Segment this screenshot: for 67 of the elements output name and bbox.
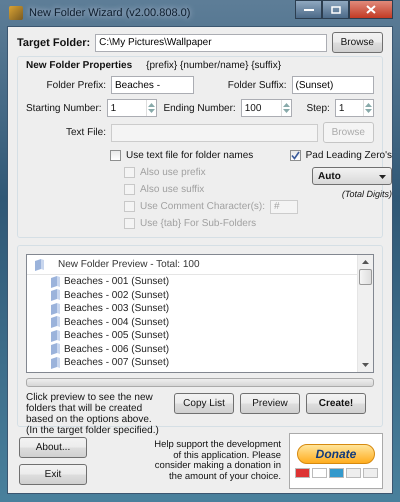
folder-icon	[51, 330, 60, 342]
close-icon	[366, 5, 376, 14]
action-button[interactable]: Create!	[306, 393, 366, 414]
credit-card-icon	[346, 468, 360, 478]
close-button[interactable]	[349, 0, 393, 19]
number-spinner[interactable]: 1	[106, 99, 158, 117]
checkbox-label: Pad Leading Zero's	[306, 150, 392, 161]
action-button[interactable]: Preview	[240, 393, 300, 414]
support-text: Help support the development of this application. Please consider making a donation in the amount of your choice.	[153, 440, 281, 482]
browse-button[interactable]: Browse	[332, 32, 383, 53]
folder-name[interactable]: Beaches - 005 (Sunset)	[64, 330, 170, 342]
field-label: Folder Suffix:	[226, 80, 286, 90]
donate-button[interactable]: Donate	[297, 444, 375, 464]
folder-name[interactable]: Beaches - 004 (Sunset)	[64, 316, 170, 328]
checkbox-label: Also use prefix	[140, 167, 206, 178]
folder-name[interactable]: Beaches - 007 (Sunset)	[64, 357, 170, 368]
scrollbar[interactable]	[357, 255, 373, 372]
credit-card-icon	[294, 468, 310, 478]
checkbox-label: Use {tab} For Sub-Folders	[140, 218, 256, 229]
folder-icon	[51, 302, 60, 315]
prefix-field[interactable]: Beaches -	[111, 76, 194, 94]
spin-arrows-icon[interactable]	[146, 100, 156, 116]
action-button[interactable]: Copy List	[174, 393, 234, 414]
spin-arrows-icon[interactable]	[362, 100, 373, 116]
checkbox-label: Also use suffix	[140, 184, 204, 195]
minimize-icon	[304, 8, 314, 12]
digits-caption: (Total Digits)	[342, 189, 392, 199]
maximize-button[interactable]	[322, 0, 349, 19]
suffix-field[interactable]: (Sunset)	[292, 76, 374, 94]
folder-icon	[51, 289, 60, 302]
folder-name[interactable]: Beaches - 001 (Sunset)	[64, 276, 170, 288]
folder-icon	[51, 343, 60, 356]
folder-icon	[51, 356, 60, 369]
field-label: Step:	[305, 102, 330, 114]
footer-button[interactable]: Exit	[19, 464, 87, 485]
pattern-text: {prefix} {number/name} {suffix}	[146, 60, 282, 71]
field-label: Target Folder:	[17, 36, 90, 48]
minimize-button[interactable]	[295, 0, 322, 19]
digits-dropdown[interactable]: Auto	[312, 167, 392, 185]
field-label: Starting Number:	[26, 102, 102, 114]
field-label: Text File:	[64, 127, 106, 138]
credit-card-icon	[362, 468, 378, 478]
field-label: Folder Prefix:	[46, 80, 106, 90]
folder-icon	[35, 258, 44, 270]
spin-arrows-icon[interactable]	[280, 100, 291, 116]
field-label: Ending Number:	[162, 102, 236, 114]
number-spinner[interactable]: 1	[334, 99, 374, 117]
scroll-thumb[interactable]	[359, 269, 372, 285]
footer-button[interactable]: About...	[19, 437, 87, 458]
window-title: New Folder Wizard (v2.00.808.0)	[29, 7, 192, 19]
folder-icon	[51, 316, 60, 328]
checkbox-label: Use text file for folder names	[126, 150, 254, 161]
number-spinner[interactable]: 100	[240, 99, 292, 117]
maximize-icon	[330, 6, 340, 14]
group-title: New Folder Properties	[26, 60, 132, 71]
folder-path-field[interactable]: C:\My Pictures\Wallpaper	[95, 34, 327, 52]
credit-card-icon	[312, 468, 326, 478]
hint-text: Click preview to see the new folders that will be created based on the options above. (In the target folder specified.)	[26, 392, 160, 436]
folder-icon	[51, 276, 60, 288]
checkbox[interactable]	[290, 150, 301, 161]
credit-card-icon	[328, 468, 344, 478]
list-header: New Folder Preview - Total: 100	[58, 259, 200, 270]
folder-name[interactable]: Beaches - 003 (Sunset)	[64, 303, 170, 314]
checkbox-label: Use Comment Character(s):	[140, 201, 266, 212]
folder-name[interactable]: Beaches - 002 (Sunset)	[64, 290, 170, 301]
folder-name[interactable]: Beaches - 006 (Sunset)	[64, 344, 170, 355]
checkbox[interactable]	[110, 150, 121, 161]
